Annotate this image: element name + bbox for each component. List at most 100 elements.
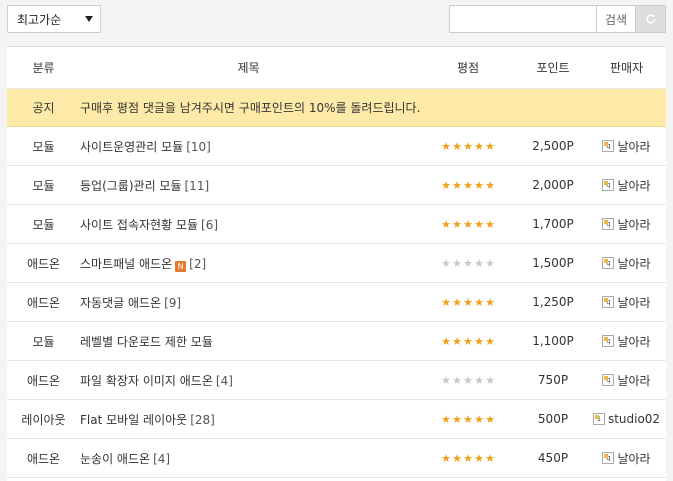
item-seller[interactable]: q 날아라	[587, 450, 666, 467]
item-title-link[interactable]: 사이트 접속자현황 모듈	[80, 218, 198, 232]
seller-name[interactable]: 날아라	[617, 216, 650, 233]
star-icon: ★	[485, 412, 495, 426]
item-category: 애드온	[26, 256, 61, 271]
table-row: 모듈 등업(그룹)관리 모듈 [11] ★ ★ ★ ★ ★ 2,000P q 날아라	[7, 166, 666, 205]
rating-stars: ★ ★ ★ ★ ★	[441, 180, 496, 191]
star-icon: ★	[452, 412, 462, 426]
item-title-link[interactable]: 사이트운영관리 모듈	[80, 140, 183, 154]
new-icon: N	[175, 260, 187, 272]
star-icon: ★	[463, 217, 473, 231]
item-category: 애드온	[26, 451, 61, 466]
table-row: 애드온 스마트패널 애드온 N [2] ★ ★ ★ ★ ★ 1,500P q 날아라	[7, 244, 666, 283]
item-title-link[interactable]: 파일 확장자 이미지 애드온	[80, 374, 213, 388]
seller-level-icon: q	[602, 296, 615, 308]
star-icon: ★	[441, 373, 451, 387]
item-title-link[interactable]: Flat 모바일 레이아웃	[80, 413, 187, 427]
item-rating: ★ ★ ★ ★ ★	[417, 375, 519, 386]
item-seller[interactable]: q 날아라	[587, 138, 666, 155]
seller-name[interactable]: studio02	[608, 412, 660, 426]
item-seller[interactable]: q 날아라	[587, 216, 666, 233]
item-point: 1,700P	[532, 217, 574, 231]
star-icon: ★	[474, 256, 484, 270]
star-icon: ★	[463, 334, 473, 348]
item-rating: ★ ★ ★ ★ ★	[417, 336, 519, 347]
item-title-cell: 자동댓글 애드온 [9]	[80, 294, 417, 311]
seller-level-icon: q	[602, 374, 615, 386]
item-seller[interactable]: q 날아라	[587, 294, 666, 311]
comment-count: [11]	[184, 178, 210, 193]
product-table: 분류 제목 평점 포인트 판매자 공지 구매후 평점 댓글을 남겨주시면 구매포…	[7, 46, 666, 481]
column-header-point: 포인트	[536, 61, 570, 75]
star-icon: ★	[463, 178, 473, 192]
star-icon: ★	[441, 139, 451, 153]
item-title-link[interactable]: 스마트패널 애드온	[80, 257, 172, 271]
item-seller[interactable]: 1 studio02	[587, 412, 666, 426]
rating-stars: ★ ★ ★ ★ ★	[441, 453, 496, 464]
star-icon: ★	[441, 451, 451, 465]
sort-select[interactable]: 최고가순	[7, 5, 101, 33]
item-title-cell: 사이트운영관리 모듈 [10]	[80, 138, 417, 155]
star-icon: ★	[441, 295, 451, 309]
star-icon: ★	[474, 217, 484, 231]
comment-count: [10]	[186, 139, 211, 154]
table-row: 모듈 사이트 접속자현황 모듈 [6] ★ ★ ★ ★ ★ 1,700P q 날아라	[7, 205, 666, 244]
item-rating: ★ ★ ★ ★ ★	[417, 141, 519, 152]
item-title-cell: Flat 모바일 레이아웃 [28]	[80, 411, 417, 428]
item-title-cell: 눈송이 애드온 [4]	[80, 450, 417, 467]
search-button[interactable]: 검색	[596, 5, 636, 33]
table-row: 애드온 파일 확장자 이미지 애드온 [4] ★ ★ ★ ★ ★ 750P q 날아라	[7, 361, 666, 400]
item-title-link[interactable]: 등업(그룹)관리 모듈	[80, 179, 182, 193]
item-title-cell: 스마트패널 애드온 N [2]	[80, 255, 417, 272]
reset-button[interactable]	[636, 5, 666, 33]
item-rating: ★ ★ ★ ★ ★	[417, 297, 519, 308]
seller-name[interactable]: 날아라	[617, 138, 650, 155]
search-input[interactable]	[449, 5, 597, 33]
comment-count: [6]	[201, 217, 219, 232]
star-icon: ★	[463, 412, 473, 426]
chevron-down-icon	[85, 16, 93, 22]
item-title-link[interactable]: 레벨별 다운로드 제한 모듈	[80, 335, 213, 349]
item-category: 모듈	[32, 139, 55, 154]
table-row: 모듈 레벨별 다운로드 제한 모듈 ★ ★ ★ ★ ★ 1,100P q 날아라	[7, 322, 666, 361]
item-category: 레이아웃	[21, 412, 66, 427]
seller-name[interactable]: 날아라	[617, 450, 650, 467]
seller-level-icon: q	[602, 335, 615, 347]
item-category: 애드온	[26, 295, 61, 310]
star-icon: ★	[441, 334, 451, 348]
item-title-cell: 등업(그룹)관리 모듈 [11]	[80, 177, 417, 194]
notice-category: 공지	[32, 101, 55, 115]
star-icon: ★	[485, 139, 495, 153]
item-title-cell: 사이트 접속자현황 모듈 [6]	[80, 216, 417, 233]
item-seller[interactable]: q 날아라	[587, 372, 666, 389]
seller-name[interactable]: 날아라	[617, 177, 650, 194]
star-icon: ★	[485, 178, 495, 192]
item-rating: ★ ★ ★ ★ ★	[417, 453, 519, 464]
item-title-link[interactable]: 눈송이 애드온	[80, 452, 150, 466]
toolbar: 최고가순 검색	[0, 0, 673, 40]
notice-text: 구매후 평점 댓글을 남겨주시면 구매포인트의 10%를 돌려드립니다.	[80, 101, 421, 115]
item-point: 750P	[537, 373, 569, 387]
table-row: 레이아웃 Flat 모바일 레이아웃 [28] ★ ★ ★ ★ ★ 500P 1 stud…	[7, 400, 666, 439]
item-point: 500P	[537, 412, 569, 426]
star-icon: ★	[485, 373, 495, 387]
item-seller[interactable]: q 날아라	[587, 177, 666, 194]
item-seller[interactable]: q 날아라	[587, 255, 666, 272]
star-icon: ★	[485, 451, 495, 465]
rating-stars: ★ ★ ★ ★ ★	[441, 141, 496, 152]
table-header: 분류 제목 평점 포인트 판매자	[7, 47, 666, 89]
seller-name[interactable]: 날아라	[617, 294, 650, 311]
comment-count: [4]	[215, 373, 233, 388]
item-category: 모듈	[32, 217, 55, 232]
star-icon: ★	[485, 334, 495, 348]
rating-stars: ★ ★ ★ ★ ★	[441, 375, 496, 386]
item-seller[interactable]: q 날아라	[587, 333, 666, 350]
star-icon: ★	[463, 139, 473, 153]
seller-name[interactable]: 날아라	[617, 372, 650, 389]
notice-row: 공지 구매후 평점 댓글을 남겨주시면 구매포인트의 10%를 돌려드립니다.	[7, 89, 666, 127]
table-row: 애드온 눈송이 애드온 [4] ★ ★ ★ ★ ★ 450P q 날아라	[7, 439, 666, 478]
star-icon: ★	[485, 256, 495, 270]
rating-stars: ★ ★ ★ ★ ★	[441, 336, 496, 347]
seller-name[interactable]: 날아라	[617, 333, 650, 350]
item-title-link[interactable]: 자동댓글 애드온	[80, 296, 161, 310]
seller-name[interactable]: 날아라	[617, 255, 650, 272]
